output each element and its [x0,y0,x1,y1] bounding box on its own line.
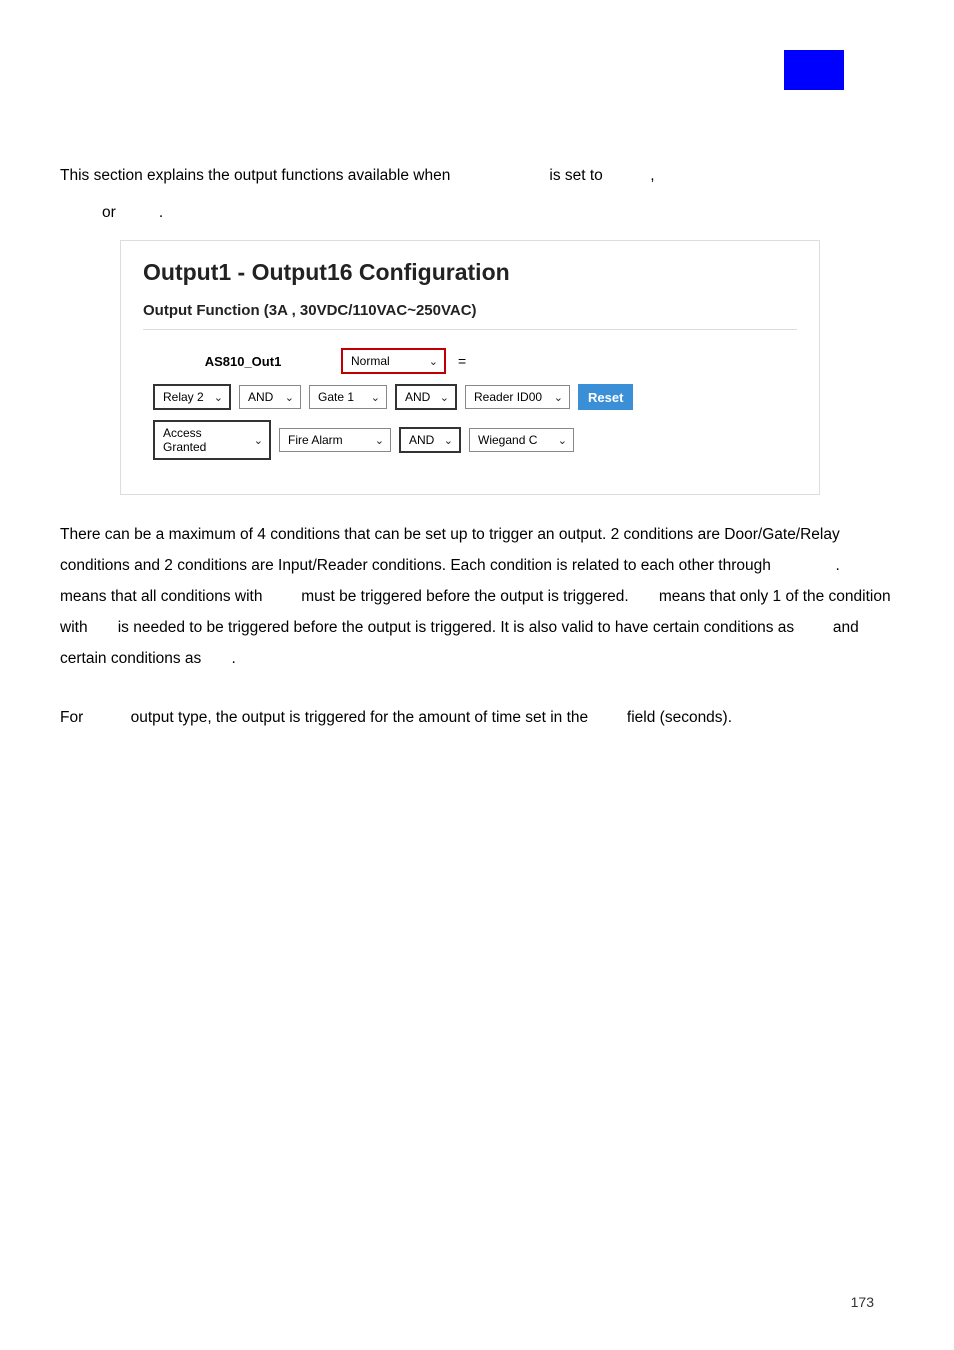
logic-value-3: AND [409,433,434,447]
chevron-down-icon: ⌄ [440,391,449,404]
panel-title: Output1 - Output16 Configuration [143,259,797,286]
chevron-down-icon: ⌄ [375,434,384,447]
chevron-down-icon: ⌄ [558,434,567,447]
p2-a: For [60,709,83,726]
p1-d: must be triggered before the output is t… [301,588,628,605]
p1-f: is needed to be triggered before the out… [118,619,794,636]
page-number: 173 [851,1294,874,1310]
wiegand-value: Wiegand C [478,433,537,447]
logic-value-2: AND [405,390,430,404]
logic-select-1[interactable]: AND ⌄ [239,385,301,409]
reader-value: Reader ID00 [474,390,542,404]
access-select[interactable]: Access Granted ⌄ [153,420,271,460]
intro-dot: . [159,204,163,221]
config-panel: Output1 - Output16 Configuration Output … [120,240,820,495]
intro-paragraph: This section explains the output functio… [60,160,894,191]
chevron-down-icon: ⌄ [285,391,294,404]
chevron-down-icon: ⌄ [444,434,453,447]
config-row-2: Relay 2 ⌄ AND ⌄ Gate 1 ⌄ AND ⌄ Reader ID… [153,384,797,410]
chevron-down-icon: ⌄ [371,391,380,404]
body-paragraph-1: There can be a maximum of 4 conditions t… [60,519,894,674]
config-row-3: Access Granted ⌄ Fire Alarm ⌄ AND ⌄ Wieg… [153,420,797,460]
logic-value-1: AND [248,390,273,404]
intro-comma: , [650,167,654,184]
intro-line2: or . [60,197,894,228]
chevron-down-icon: ⌄ [554,391,563,404]
output-type-value: Normal [351,354,390,368]
panel-subtitle: Output Function (3A , 30VDC/110VAC~250VA… [143,302,797,330]
fire-select[interactable]: Fire Alarm ⌄ [279,428,391,452]
wiegand-select[interactable]: Wiegand C ⌄ [469,428,574,452]
fire-value: Fire Alarm [288,433,343,447]
p2-c: field (seconds). [627,709,732,726]
p1-c: means that all conditions with [60,588,262,605]
relay-value: Relay 2 [163,390,204,404]
intro-text-2: is set to [549,167,602,184]
relay-select[interactable]: Relay 2 ⌄ [153,384,231,410]
config-row-1: AS810_Out1 Normal ⌄ = [153,348,797,374]
reader-select[interactable]: Reader ID00 ⌄ [465,385,570,409]
intro-text-1: This section explains the output functio… [60,167,450,184]
body-paragraph-2: For output type, the output is triggered… [60,702,894,733]
logic-select-2[interactable]: AND ⌄ [395,384,457,410]
p1-b: . [836,557,840,574]
chevron-down-icon: ⌄ [254,434,263,447]
output-label: AS810_Out1 [153,354,333,369]
p2-b: output type, the output is triggered for… [131,709,589,726]
equals-sign: = [454,353,470,369]
reset-label: Reset [588,390,623,405]
output-type-select[interactable]: Normal ⌄ [341,348,446,374]
reset-button[interactable]: Reset [578,384,633,410]
gate-value: Gate 1 [318,390,354,404]
chevron-down-icon: ⌄ [429,355,438,368]
logic-select-3[interactable]: AND ⌄ [399,427,461,453]
intro-or: or [102,204,116,221]
access-value: Access Granted [163,426,248,454]
p1-h: . [231,650,235,667]
gate-select[interactable]: Gate 1 ⌄ [309,385,387,409]
p1-a: There can be a maximum of 4 conditions t… [60,526,840,574]
chevron-down-icon: ⌄ [214,391,223,404]
header-color-block [784,50,844,90]
